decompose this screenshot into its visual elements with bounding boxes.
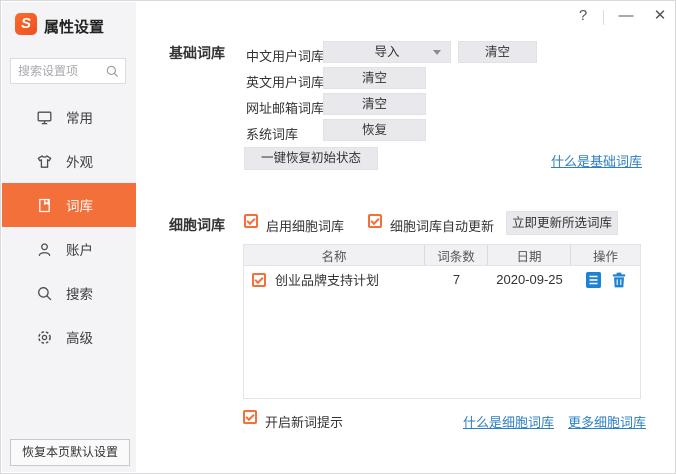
close-button[interactable]: ✕ [651,7,669,25]
what-is-cell-dict-link[interactable]: 什么是细胞词库 [463,412,554,431]
column-header-name[interactable]: 名称 [244,245,425,265]
new-word-tip-checkbox[interactable] [243,410,257,424]
new-word-tip-label: 开启新词提示 [265,415,344,430]
sidebar-item-label: 词库 [66,199,93,214]
page-title: 属性设置 [44,19,105,36]
dict-row-checkbox[interactable] [252,272,266,287]
sidebar-item-lexicon[interactable]: 词库 [2,183,136,227]
search-icon [36,285,53,302]
shirt-icon [36,153,53,170]
auto-update-cell-dict-checkbox[interactable] [368,214,382,228]
restore-system-dict-button[interactable]: 恢复 [323,119,426,141]
column-header-date[interactable]: 日期 [488,245,571,265]
import-dropdown-label: 导入 [374,45,400,59]
details-icon[interactable] [585,271,601,288]
table-row: 创业品牌支持计划 7 2020-09-25 [244,266,640,293]
auto-update-cell-dict-label: 细胞词库自动更新 [390,219,495,234]
enable-cell-dict-checkbox[interactable] [244,214,258,228]
help-button[interactable]: ? [574,7,592,25]
dict-name: 创业品牌支持计划 [275,273,380,288]
clear-english-dict-button[interactable]: 清空 [323,67,426,89]
titlebar-divider [603,10,604,25]
sidebar: S 属性设置 常用 外观 [2,2,136,472]
gear-icon [36,329,53,346]
system-dict-label: 系统词库 [246,127,299,142]
monitor-icon [36,109,53,126]
dict-date: 2020-09-25 [496,272,563,287]
clear-url-email-dict-button[interactable]: 清空 [323,93,426,115]
enable-cell-dict-label: 启用细胞词库 [266,219,345,234]
column-header-count[interactable]: 词条数 [425,245,488,265]
cell-dict-table: 名称 词条数 日期 操作 创业品牌支持计划 7 2020-09-25 [243,244,641,399]
clear-chinese-dict-button[interactable]: 清空 [458,41,537,63]
import-dropdown-button[interactable]: 导入 [323,41,451,63]
basic-dict-section-label: 基础词库 [169,45,225,61]
sidebar-item-label: 高级 [66,331,93,346]
dict-word-count: 7 [452,272,461,287]
column-header-ops[interactable]: 操作 [571,245,640,265]
chevron-down-icon [433,50,441,55]
search-icon [105,64,120,84]
search-input[interactable] [11,59,105,83]
sidebar-item-advanced[interactable]: 高级 [2,315,136,359]
cell-dict-section-label: 细胞词库 [169,217,225,233]
english-user-dict-label: 英文用户词库 [246,75,325,90]
sidebar-item-label: 账户 [66,243,93,258]
restore-page-defaults-button[interactable]: 恢复本页默认设置 [10,439,130,466]
person-icon [36,241,53,258]
more-cell-dict-link[interactable]: 更多细胞词库 [568,412,646,431]
sogou-logo-icon: S [15,13,37,35]
sidebar-item-account[interactable]: 账户 [2,227,136,271]
chinese-user-dict-label: 中文用户词库 [246,49,325,64]
trash-icon[interactable] [612,272,626,288]
settings-window: ? — ✕ S 属性设置 常用 [0,0,676,474]
sidebar-item-label: 外观 [66,155,93,170]
what-is-basic-dict-link[interactable]: 什么是基础词库 [551,151,642,170]
restore-initial-state-button[interactable]: 一键恢复初始状态 [244,147,378,170]
sidebar-item-label: 常用 [66,111,93,126]
url-email-dict-label: 网址邮箱词库 [246,101,325,116]
table-header-row: 名称 词条数 日期 操作 [244,245,640,266]
sidebar-item-label: 搜索 [66,287,93,302]
update-selected-dicts-button[interactable]: 立即更新所选词库 [506,211,618,235]
book-icon [36,197,53,214]
sidebar-item-common[interactable]: 常用 [2,95,136,139]
settings-search [10,58,126,84]
minimize-button[interactable]: — [617,7,635,25]
sidebar-item-search[interactable]: 搜索 [2,271,136,315]
sidebar-item-appearance[interactable]: 外观 [2,139,136,183]
